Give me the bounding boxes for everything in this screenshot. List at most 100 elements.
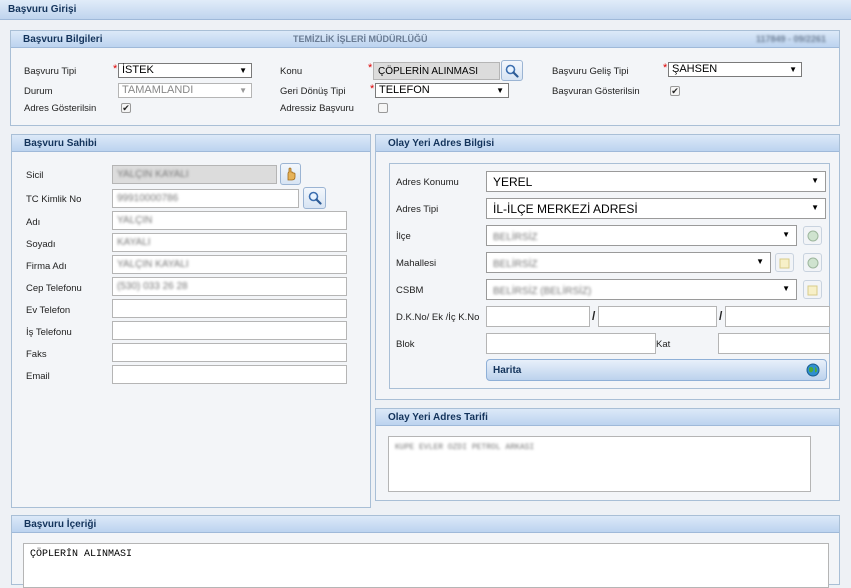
reference-number: 117849 - 09/2261 [756,34,827,44]
adi-field[interactable]: YALÇIN [112,211,347,230]
adressiz-checkbox[interactable] [378,103,388,113]
chevron-down-icon: ▼ [789,65,797,74]
mahalle-select[interactable]: BELİRSİZ ▼ [486,252,771,273]
soyadi-field[interactable]: KAYALI [112,233,347,252]
is-telefonu-field[interactable] [112,321,347,340]
panel-header: Olay Yeri Adres Bilgisi [376,135,839,152]
adres-tipi-select[interactable]: İL-İLÇE MERKEZİ ADRESİ ▼ [486,198,826,219]
cep-field[interactable]: (530) 033 26 28 [112,277,347,296]
globe-icon [806,363,820,377]
cep-label: Cep Telefonu [26,283,82,294]
globe-icon [807,230,818,241]
sicil-field[interactable]: YALÇIN KAYALI [112,165,277,184]
csbm-value: BELİRSİZ (BELİRSİZ) [493,286,592,297]
hand-pointer-icon [287,167,295,181]
adres-tipi-label: Adres Tipi [396,204,439,215]
panel-title: Başvuru İçeriği [24,519,97,530]
adres-tarifi-text: KÜPE EVLER ÖZDI PETROL ARKASI [395,443,535,452]
konu-value: ÇÖPLERİN ALINMASI [378,66,479,77]
tc-field[interactable]: 99910000786 [112,189,299,208]
basvuru-icerigi-text: ÇÖPLERİN ALINMASI [30,549,133,560]
gelis-tipi-select[interactable]: ŞAHSEN ▼ [663,62,802,77]
gelis-tipi-value: ŞAHSEN [672,63,718,75]
adres-gosterilsin-label: Adres Gösterilsin [24,103,97,114]
firma-label: Firma Adı [26,261,67,272]
ic-kapi-no-field[interactable] [725,306,830,327]
panel-title: Başvuru Sahibi [24,138,97,149]
faks-label: Faks [26,349,47,360]
geri-donus-value: TELEFON [379,84,430,96]
ilce-refresh-button[interactable] [803,226,822,245]
basvuru-tipi-value: İSTEK [122,64,154,76]
blok-label: Blok [396,339,415,350]
basvuru-tipi-select[interactable]: İSTEK ▼ [113,63,252,78]
basvuran-gosterilsin-label: Başvuran Gösterilsin [552,86,640,97]
firma-value: YALÇIN KAYALI [117,259,189,270]
chevron-down-icon: ▼ [811,203,819,212]
chevron-down-icon: ▼ [782,284,790,293]
panel-title: Olay Yeri Adres Bilgisi [388,138,495,149]
harita-button[interactable]: Harita [486,359,827,381]
ev-telefon-field[interactable] [112,299,347,318]
durum-value: TAMAMLANDI [122,84,194,96]
dis-kapi-no-field[interactable] [486,306,590,327]
email-field[interactable] [112,365,347,384]
sicil-select-button[interactable] [280,163,301,185]
konu-search-button[interactable] [501,60,523,81]
is-telefonu-label: İş Telefonu [26,327,72,338]
geri-donus-select[interactable]: TELEFON ▼ [370,83,509,98]
mahalle-globe-button[interactable] [803,253,822,272]
adres-tipi-value: İL-İLÇE MERKEZİ ADRESİ [493,202,638,216]
gelis-tipi-label: Başvuru Geliş Tipi [552,66,629,77]
sicil-value: YALÇIN KAYALI [117,169,189,180]
ilce-value: BELİRSİZ [493,232,538,243]
konu-field[interactable]: ÇÖPLERİN ALINMASI [368,62,500,80]
panel-header: Başvuru Bilgileri TEMİZLİK İŞLERİ MÜDÜRL… [11,31,839,48]
mahalle-value: BELİRSİZ [493,259,538,270]
edit-icon [807,285,817,295]
tc-search-button[interactable] [303,187,326,209]
ek-no-field[interactable] [598,306,717,327]
csbm-label: CSBM [396,285,424,296]
chevron-down-icon: ▼ [756,257,764,266]
adres-konumu-select[interactable]: YEREL ▼ [486,171,826,192]
dk-no-label: D.K.No/ Ek /İç K.No [396,312,480,323]
basvuran-gosterilsin-checkbox[interactable]: ✔ [670,86,680,96]
mahalle-edit-button[interactable] [775,253,794,272]
adi-label: Adı [26,217,41,228]
tc-value: 99910000786 [117,193,179,204]
soyadi-value: KAYALI [117,237,151,248]
blok-field[interactable] [486,333,656,354]
slash-separator: / [719,309,723,323]
email-label: Email [26,371,50,382]
faks-field[interactable] [112,343,347,362]
chevron-down-icon: ▼ [239,66,247,75]
tc-label: TC Kimlik No [26,194,82,205]
chevron-down-icon: ▼ [811,176,819,185]
sicil-label: Sicil [26,170,44,181]
globe-icon [807,257,818,268]
kat-label: Kat [656,339,671,350]
adres-tarifi-textarea[interactable]: KÜPE EVLER ÖZDI PETROL ARKASI [388,436,811,492]
geri-donus-label: Geri Dönüş Tipi [280,86,346,97]
csbm-select[interactable]: BELİRSİZ (BELİRSİZ) ▼ [486,279,797,300]
basvuru-tipi-label: Başvuru Tipi [24,66,77,77]
ilce-select[interactable]: BELİRSİZ ▼ [486,225,797,246]
durum-select[interactable]: TAMAMLANDI ▼ [118,83,252,98]
csbm-edit-button[interactable] [803,280,822,299]
mahalle-label: Mahallesi [396,258,437,269]
harita-label: Harita [493,365,522,376]
ev-telefon-label: Ev Telefon [26,305,71,316]
soyadi-label: Soyadı [26,239,56,250]
firma-field[interactable]: YALÇIN KAYALI [112,255,347,274]
window-title: Başvuru Girişi [0,0,851,20]
chevron-down-icon: ▼ [239,86,247,95]
basvuru-icerigi-textarea[interactable]: ÇÖPLERİN ALINMASI [23,543,829,588]
kat-field[interactable] [718,333,830,354]
panel-header: Başvuru Sahibi [12,135,370,152]
adres-gosterilsin-checkbox[interactable]: ✔ [121,103,131,113]
panel-header: Başvuru İçeriği [12,516,839,533]
panel-header: Olay Yeri Adres Tarifi [376,409,839,426]
panel-title: Olay Yeri Adres Tarifi [388,412,488,423]
department-label: TEMİZLİK İŞLERİ MÜDÜRLÜĞÜ [293,34,428,44]
